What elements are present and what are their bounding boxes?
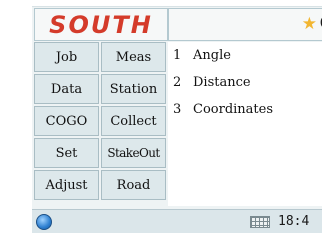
menu-item-coordinates[interactable]: 3 Coordinates: [168, 96, 322, 123]
keyboard-icon[interactable]: [250, 216, 270, 228]
device-screen: SOUTH ★ 0 Job Meas Data Station COGO Col…: [32, 6, 322, 233]
station-button[interactable]: Station: [101, 74, 166, 104]
status-area: ★ 0: [168, 8, 322, 41]
taskbar: 18:4: [32, 209, 322, 233]
menu-item-number: 3: [173, 102, 182, 117]
menu-item-label: Distance: [193, 75, 251, 90]
menu-item-label: Coordinates: [193, 102, 274, 117]
start-globe-icon[interactable]: [36, 214, 52, 230]
header-bar: SOUTH ★ 0: [34, 8, 322, 41]
collect-button[interactable]: Collect: [101, 106, 166, 136]
menu-item-distance[interactable]: 2 Distance: [168, 69, 322, 96]
menu-item-label: Angle: [193, 48, 231, 63]
main-menu-buttons: Job Meas Data Station COGO Collect Set S…: [34, 42, 166, 200]
set-button[interactable]: Set: [34, 138, 99, 168]
cogo-button[interactable]: COGO: [34, 106, 99, 136]
menu-item-number: 2: [173, 75, 182, 90]
menu-item-angle[interactable]: 1 Angle: [168, 42, 322, 69]
menu-item-number: 1: [173, 48, 182, 63]
clock: 18:4: [278, 214, 310, 229]
brand-logo: SOUTH: [34, 8, 168, 41]
star-icon: ★: [301, 14, 317, 34]
adjust-button[interactable]: Adjust: [34, 170, 99, 200]
stakeout-button[interactable]: StakeOut: [101, 138, 166, 168]
data-button[interactable]: Data: [34, 74, 99, 104]
meas-submenu: 1 Angle 2 Distance 3 Coordinates: [168, 42, 322, 206]
road-button[interactable]: Road: [101, 170, 166, 200]
job-button[interactable]: Job: [34, 42, 99, 72]
meas-button[interactable]: Meas: [101, 42, 166, 72]
